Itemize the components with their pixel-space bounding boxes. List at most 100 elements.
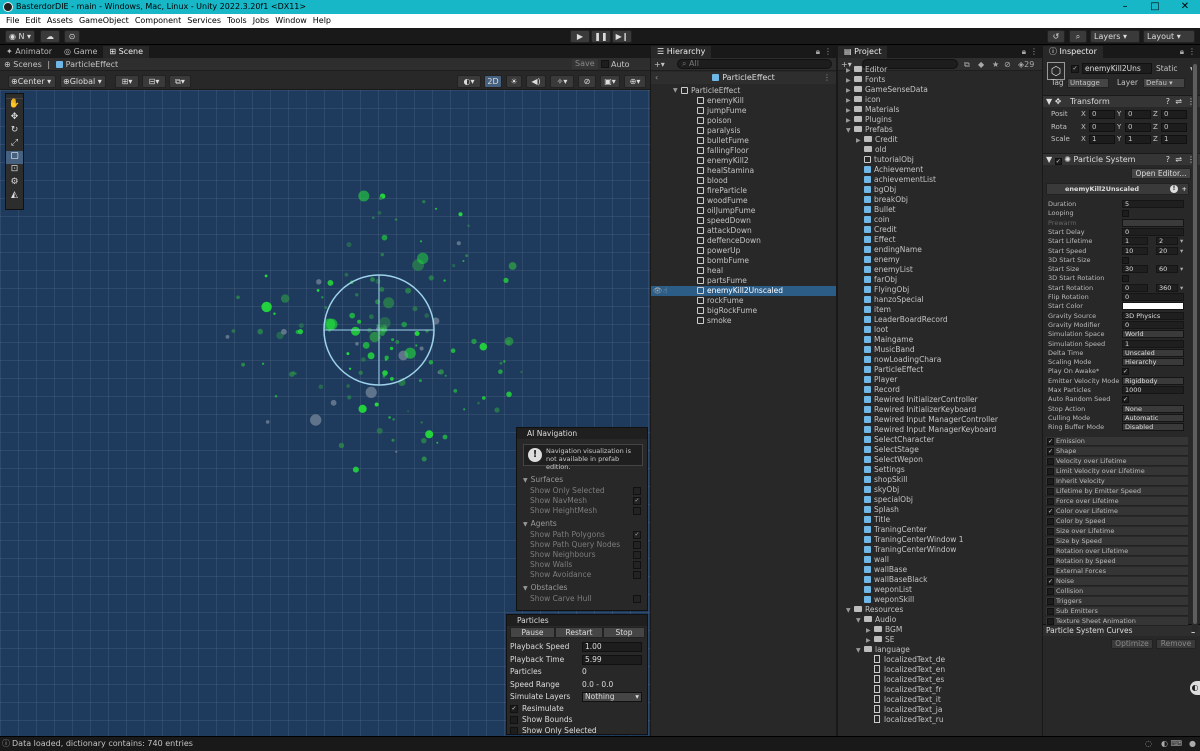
- project-item[interactable]: shopSkill: [838, 475, 1042, 485]
- agents-checkbox[interactable]: [633, 561, 641, 569]
- project-item[interactable]: bgObj: [838, 185, 1042, 195]
- hierarchy-item[interactable]: blood: [651, 176, 836, 186]
- auto-save-checkbox[interactable]: [601, 60, 609, 68]
- project-item[interactable]: Bullet: [838, 205, 1042, 215]
- project-item[interactable]: enemy: [838, 255, 1042, 265]
- ps-property-checkbox[interactable]: ✓: [1122, 368, 1129, 376]
- project-item[interactable]: ▶ SE: [838, 635, 1042, 645]
- project-item[interactable]: farObj: [838, 275, 1042, 285]
- ps-module-checkbox[interactable]: [1047, 608, 1054, 615]
- more-icon[interactable]: ⋮: [824, 46, 832, 58]
- maximize-icon[interactable]: □: [1140, 0, 1170, 14]
- ps-module-checkbox[interactable]: [1047, 538, 1054, 545]
- agents-checkbox[interactable]: ✓: [633, 531, 641, 539]
- project-item[interactable]: SelectCharacter: [838, 435, 1042, 445]
- ps-property-min-input[interactable]: 10: [1122, 246, 1148, 255]
- system-name-header[interactable]: enemyKill2Unscaled ! +: [1046, 183, 1189, 195]
- ps-module-row[interactable]: Color by Speed: [1046, 517, 1188, 526]
- shortcut-icon[interactable]: ⌨: [1170, 737, 1182, 751]
- project-item[interactable]: localizedText_en: [838, 665, 1042, 675]
- ps-property-value[interactable]: 1000: [1122, 386, 1184, 394]
- mode-2d-button[interactable]: 2D: [484, 75, 502, 88]
- ps-module-row[interactable]: ✓ Noise: [1046, 577, 1188, 586]
- visibility-icon[interactable]: 👁︎: [653, 286, 663, 296]
- playback-speed-input[interactable]: 1.00: [582, 642, 642, 652]
- project-item[interactable]: Player: [838, 375, 1042, 385]
- project-item[interactable]: old: [838, 145, 1042, 155]
- tab-scene[interactable]: ⊞ Scene: [103, 46, 150, 58]
- tab-inspector[interactable]: ⓘ Inspector: [1043, 46, 1103, 58]
- notification-icon[interactable]: ●: [1189, 737, 1196, 751]
- hierarchy-item[interactable]: healStamina: [651, 166, 836, 176]
- project-item[interactable]: Effect: [838, 235, 1042, 245]
- project-item[interactable]: tutorialObj: [838, 155, 1042, 165]
- ps-module-checkbox[interactable]: [1047, 498, 1054, 505]
- ps-property-value[interactable]: Disabled: [1122, 423, 1184, 432]
- project-item[interactable]: localizedText_fr: [838, 685, 1042, 695]
- project-item[interactable]: MusicBand: [838, 345, 1042, 355]
- project-item[interactable]: Rewired Input ManagerController: [838, 415, 1042, 425]
- history-icon[interactable]: ↺: [1047, 30, 1065, 43]
- project-item[interactable]: SelectStage: [838, 445, 1042, 455]
- hierarchy-item[interactable]: rockFume: [651, 296, 836, 306]
- hierarchy-item[interactable]: fallingFloor: [651, 146, 836, 156]
- hierarchy-item[interactable]: bigRockFume: [651, 306, 836, 316]
- hierarchy-item[interactable]: bulletFume: [651, 136, 836, 146]
- ps-property-value[interactable]: None: [1122, 404, 1184, 413]
- project-item[interactable]: localizedText_ru: [838, 715, 1042, 725]
- ps-module-row[interactable]: External Forces: [1046, 567, 1188, 576]
- ps-property-max-input[interactable]: 60: [1156, 265, 1178, 274]
- transform-x-input[interactable]: 1: [1089, 135, 1115, 144]
- project-item[interactable]: SelectWepon: [838, 455, 1042, 465]
- project-item[interactable]: specialObj: [838, 495, 1042, 505]
- ps-module-row[interactable]: Lifetime by Emitter Speed: [1046, 487, 1188, 496]
- edit-shape-icon[interactable]: ◭: [6, 190, 23, 203]
- project-item[interactable]: Credit: [838, 225, 1042, 235]
- ps-module-checkbox[interactable]: [1047, 528, 1054, 535]
- hierarchy-item[interactable]: speedDown: [651, 216, 836, 226]
- add-icon[interactable]: +▾: [654, 60, 665, 69]
- transform-y-input[interactable]: 0: [1125, 110, 1151, 119]
- project-item[interactable]: Rewired InitializerKeyboard: [838, 405, 1042, 415]
- hierarchy-item[interactable]: oilJumpFume: [651, 206, 836, 216]
- ps-module-checkbox[interactable]: [1047, 558, 1054, 565]
- project-item[interactable]: weponList: [838, 585, 1042, 595]
- tag-dropdown[interactable]: Untagge: [1067, 78, 1109, 88]
- ps-property-value[interactable]: 0: [1122, 293, 1184, 301]
- project-item[interactable]: LeaderBoardRecord: [838, 315, 1042, 325]
- project-item[interactable]: weponSkill: [838, 595, 1042, 605]
- project-item[interactable]: Maingame: [838, 335, 1042, 345]
- prefab-more-icon[interactable]: ⋮: [823, 72, 831, 84]
- transform-y-input[interactable]: 0: [1125, 122, 1151, 132]
- grid-snap-icon[interactable]: ⊞▾: [115, 75, 139, 88]
- particle-system-header[interactable]: ▼ ✓ ✺ Particle System ? ⇌ ⋮: [1043, 153, 1200, 165]
- project-item[interactable]: localizedText_it: [838, 695, 1042, 705]
- hierarchy-item[interactable]: enemyKill: [651, 96, 836, 106]
- obstacles-checkbox[interactable]: [633, 595, 641, 603]
- lock-icon[interactable]: 🔒︎: [816, 46, 820, 58]
- project-item[interactable]: ▶ Materials: [838, 105, 1042, 115]
- particles-title[interactable]: Particles: [507, 615, 647, 626]
- project-item[interactable]: wallBase: [838, 565, 1042, 575]
- ps-help-icon[interactable]: ?: [1166, 154, 1170, 166]
- hidden-objects-icon[interactable]: ⊘: [578, 75, 596, 88]
- ps-module-checkbox[interactable]: [1047, 488, 1054, 495]
- increment-snap-icon[interactable]: ⧉▾: [169, 75, 191, 88]
- project-item[interactable]: skyObj: [838, 485, 1042, 495]
- curve-mode-icon[interactable]: ▾: [1180, 237, 1183, 246]
- project-item[interactable]: FlyingObj: [838, 285, 1042, 295]
- project-item[interactable]: Splash: [838, 505, 1042, 515]
- menu-gameobject[interactable]: GameObject: [79, 16, 129, 25]
- hierarchy-item[interactable]: woodFume: [651, 196, 836, 206]
- transform-x-input[interactable]: 0: [1089, 122, 1115, 132]
- ps-property-value[interactable]: Automatic: [1122, 413, 1184, 422]
- agents-checkbox[interactable]: [633, 571, 641, 579]
- project-item[interactable]: ▼ Prefabs: [838, 125, 1042, 135]
- ps-module-row[interactable]: Inherit Velocity: [1046, 477, 1188, 486]
- ps-property-max-input[interactable]: 2: [1156, 237, 1178, 246]
- project-item[interactable]: localizedText_de: [838, 655, 1042, 665]
- menu-help[interactable]: Help: [313, 16, 331, 25]
- show-bounds-checkbox[interactable]: [510, 716, 518, 724]
- draw-mode-icon[interactable]: ◐▾: [457, 75, 481, 88]
- ps-property-checkbox[interactable]: [1122, 210, 1129, 218]
